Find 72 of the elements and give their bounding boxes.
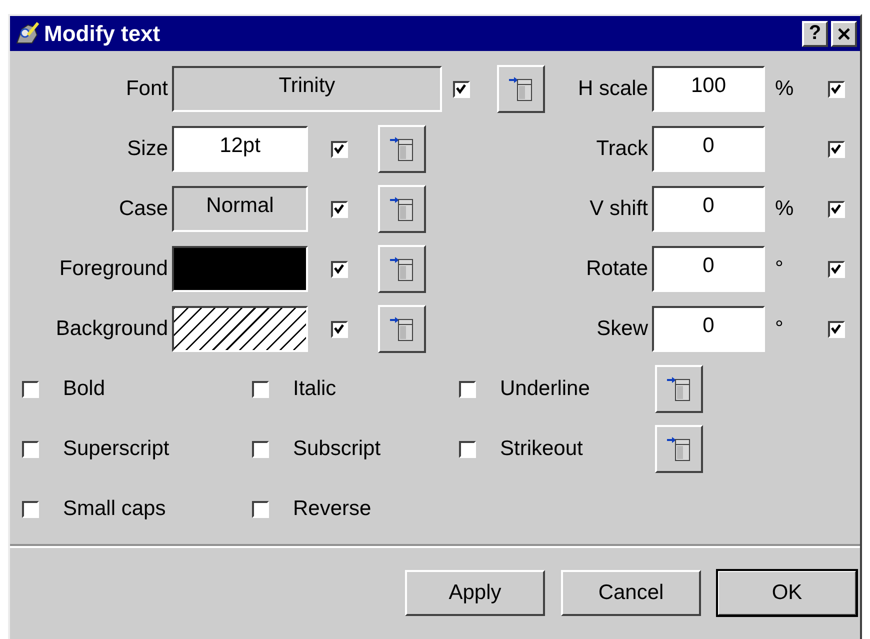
field-label: Track [596, 137, 649, 161]
checkbox[interactable] [22, 500, 39, 518]
input-field[interactable]: 0 [652, 126, 765, 172]
checkbox[interactable] [459, 380, 476, 398]
checkbox[interactable] [22, 440, 39, 458]
apply-all-button[interactable] [655, 365, 703, 413]
checkbox[interactable] [330, 320, 348, 338]
checkbox-label[interactable]: Strikeout [500, 437, 583, 461]
close-button[interactable] [831, 20, 857, 46]
apply-all-button[interactable] [655, 425, 703, 473]
apply-all-button[interactable] [378, 125, 426, 173]
checkbox[interactable] [828, 80, 844, 98]
apply-all-button[interactable] [497, 65, 545, 113]
copy-to-icon [666, 375, 692, 403]
unit-label: % [774, 197, 795, 221]
pattern-swatch[interactable] [172, 306, 308, 352]
app-icon [14, 20, 40, 46]
unit-label: ° [774, 317, 784, 341]
input-field[interactable]: 0 [652, 246, 765, 292]
field-label: V shift [590, 197, 649, 221]
apply-all-button[interactable] [378, 305, 426, 353]
field-label: Size [127, 137, 169, 161]
checkbox[interactable] [252, 380, 269, 398]
field-label: H scale [578, 77, 649, 101]
field-label: Case [118, 197, 169, 221]
dialog-button[interactable]: Apply [405, 570, 545, 616]
field-label: Rotate [586, 257, 649, 281]
checkbox[interactable] [828, 320, 844, 338]
input-field[interactable]: 100 [652, 66, 765, 112]
checkbox[interactable] [252, 440, 269, 458]
field-label: Foreground [59, 257, 169, 281]
checkbox[interactable] [252, 500, 269, 518]
checkbox-label[interactable]: Underline [500, 377, 590, 401]
copy-to-icon [389, 255, 415, 283]
input-field[interactable]: 12pt [172, 126, 308, 172]
checkbox-label[interactable]: Bold [63, 377, 106, 401]
help-button[interactable]: ? [802, 20, 828, 46]
checkbox[interactable] [828, 140, 844, 158]
checkbox[interactable] [22, 380, 39, 398]
checkbox[interactable] [459, 440, 476, 458]
dialog-button[interactable]: OK [717, 570, 857, 616]
checkbox-label[interactable]: Italic [293, 377, 336, 401]
field-label: Background [56, 317, 169, 341]
copy-to-icon [389, 315, 415, 343]
copy-to-icon [666, 435, 692, 463]
checkbox-label[interactable]: Reverse [293, 497, 372, 521]
apply-all-button[interactable] [378, 185, 426, 233]
checkbox[interactable] [452, 80, 470, 98]
close-icon [837, 26, 851, 40]
checkbox-label[interactable]: Superscript [63, 437, 170, 461]
copy-to-icon [508, 75, 534, 103]
checkbox[interactable] [330, 200, 348, 218]
unit-label: ° [774, 257, 784, 281]
field-label: Skew [596, 317, 649, 341]
checkbox-label[interactable]: Small caps [63, 497, 166, 521]
field-label: Font [126, 77, 169, 101]
window-title: Modify text [44, 20, 160, 46]
checkbox[interactable] [828, 200, 844, 218]
dialog-button[interactable]: Cancel [561, 570, 701, 616]
input-field[interactable]: 0 [652, 186, 765, 232]
input-field[interactable]: 0 [652, 306, 765, 352]
copy-to-icon [389, 135, 415, 163]
readonly-field[interactable]: Trinity [172, 66, 442, 112]
unit-label: % [774, 77, 795, 101]
checkbox[interactable] [330, 260, 348, 278]
apply-all-button[interactable] [378, 245, 426, 293]
checkbox[interactable] [330, 140, 348, 158]
copy-to-icon [389, 195, 415, 223]
readonly-field[interactable]: Normal [172, 186, 308, 232]
color-swatch[interactable] [172, 246, 308, 292]
checkbox[interactable] [828, 260, 844, 278]
checkbox-label[interactable]: Subscript [293, 437, 381, 461]
